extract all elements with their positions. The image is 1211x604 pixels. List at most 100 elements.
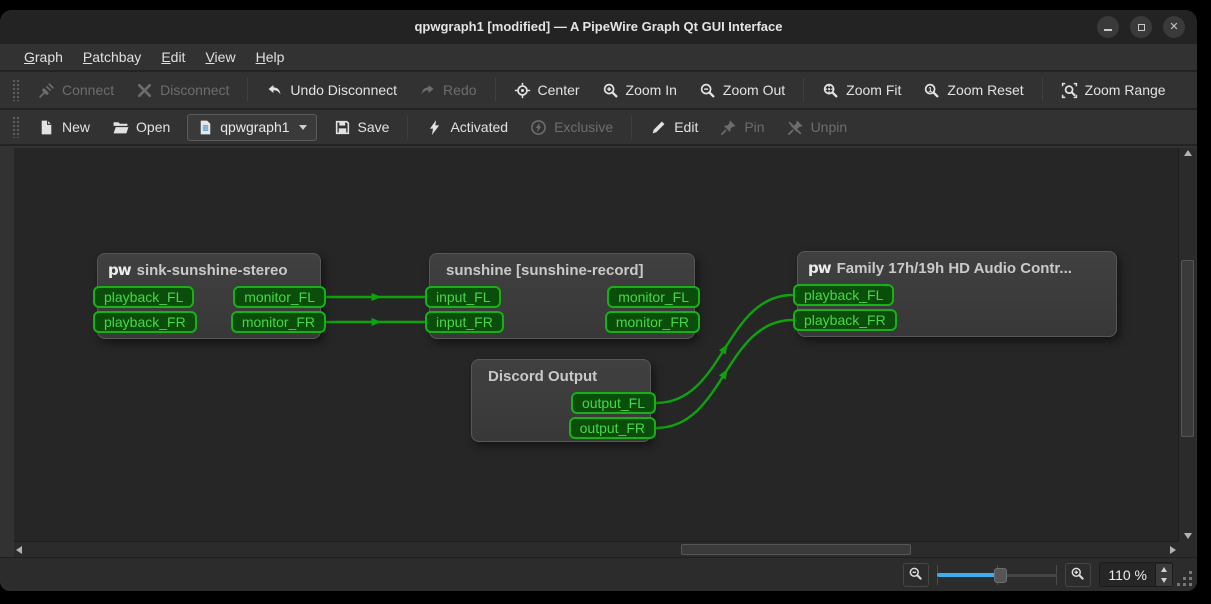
graph-scene[interactable]: pw sink-sunshine-stereo playback_FL monitor… <box>14 148 1178 541</box>
minimize-button[interactable] <box>1097 16 1119 38</box>
port-monitor-fr[interactable]: monitor_FR <box>230 311 326 333</box>
zoom-fit-button[interactable]: Zoom Fit <box>811 77 912 104</box>
zoom-reset-icon: 1 <box>923 82 940 99</box>
zoom-out-button[interactable]: Zoom Out <box>688 77 796 104</box>
port-playback-fl[interactable]: playback_FL <box>793 284 895 306</box>
port-row: playback_FR monitor_FR <box>93 311 326 333</box>
zoom-spin-up-button[interactable] <box>1156 563 1172 575</box>
edit-button[interactable]: Edit <box>639 114 709 141</box>
graph-node-sink-sunshine-stereo[interactable]: pw sink-sunshine-stereo playback_FLmonitor… <box>93 253 326 339</box>
toolbar-button-label: Disconnect <box>160 82 230 98</box>
node-title-bar[interactable]: pw sink-sunshine-stereo <box>98 254 320 286</box>
zoom-reset-button[interactable]: 1 Zoom Reset <box>912 77 1034 104</box>
spin-down-icon <box>1161 577 1167 583</box>
patchbay-file-name: qpwgraph1 <box>220 119 290 135</box>
menu-help[interactable]: Help <box>246 46 295 68</box>
port-input-fl[interactable]: input_FL <box>425 286 502 308</box>
center-button[interactable]: Center <box>503 77 591 104</box>
screenshot-stage: qpwgraph1 [modified] — A PipeWire Graph … <box>0 0 1211 604</box>
qpwgraph-window: qpwgraph1 [modified] — A PipeWire Graph … <box>0 10 1197 591</box>
activated-icon <box>426 119 443 136</box>
pipewire-icon: pw <box>808 258 832 277</box>
zoom-slider-fill <box>937 572 998 577</box>
patchbay-file-select[interactable]: qpwgraph1 <box>187 113 317 141</box>
new-icon <box>38 119 55 136</box>
window-title: qpwgraph1 [modified] — A PipeWire Graph … <box>414 19 783 34</box>
port-monitor-fl[interactable]: monitor_FL <box>607 286 700 308</box>
svg-text:1: 1 <box>929 86 933 93</box>
graph-node-family-17h-19h-hd-audio-contr[interactable]: pw Family 17h/19h HD Audio Contr... playba… <box>793 251 1117 337</box>
port-playback-fr[interactable]: playback_FR <box>93 311 197 333</box>
zoom-fit-icon <box>822 82 839 99</box>
port-monitor-fl[interactable]: monitor_FL <box>233 286 326 308</box>
horizontal-scroll-handle[interactable] <box>681 544 911 555</box>
menu-edit[interactable]: Edit <box>151 46 195 68</box>
horizontal-scrollbar[interactable] <box>14 541 1178 557</box>
toolbar-drag-handle[interactable] <box>12 79 19 101</box>
connection-arrow-icon <box>371 293 382 301</box>
node-title: Family 17h/19h HD Audio Contr... <box>836 259 1072 277</box>
port-row: playback_FL <box>793 284 1116 306</box>
statusbar-zoom-out-button[interactable] <box>903 562 930 587</box>
zoom-out-icon <box>699 82 716 99</box>
toolbar-button-label: Activated <box>450 119 509 135</box>
statusbar-zoom-in-button[interactable] <box>1065 562 1092 587</box>
port-row: playback_FL monitor_FL <box>93 286 326 308</box>
port-input-fr[interactable]: input_FR <box>425 311 504 333</box>
zoom-in-button[interactable]: Zoom In <box>591 77 688 104</box>
node-title-bar[interactable]: Discord Output <box>472 360 650 392</box>
pipewire-icon: pw <box>108 260 132 279</box>
save-button[interactable]: Save <box>323 114 401 141</box>
zoom-spinbox[interactable]: 110 % <box>1099 562 1173 587</box>
zoom-slider[interactable] <box>937 563 1058 587</box>
port-output-fr[interactable]: output_FR <box>568 417 656 439</box>
unpin-icon <box>787 119 804 136</box>
undo-disconnect-button[interactable]: Undo Disconnect <box>255 77 408 104</box>
graph-node-sunshine-sunshine-record[interactable]: sunshine [sunshine-record] input_FLmonito… <box>425 253 700 339</box>
port-row: output_FL <box>472 392 656 414</box>
open-button[interactable]: Open <box>101 114 181 141</box>
disconnect-icon <box>136 82 153 99</box>
vertical-scrollbar[interactable] <box>1178 148 1196 541</box>
zoom-range-icon <box>1061 82 1078 99</box>
toolbar-button-label: Zoom Fit <box>846 82 902 98</box>
activated-button[interactable]: Activated <box>415 114 519 141</box>
close-button[interactable]: ✕ <box>1163 16 1185 38</box>
node-title: Discord Output <box>488 367 598 385</box>
zoom-spin-down-button[interactable] <box>1156 574 1172 586</box>
node-title-bar[interactable]: sunshine [sunshine-record] <box>430 254 694 286</box>
scroll-up-arrow[interactable] <box>1179 150 1196 156</box>
port-output-fl[interactable]: output_FL <box>570 392 656 414</box>
main-toolbar: Connect Disconnect Undo Disconnect Redo Cent… <box>0 72 1197 110</box>
close-icon: ✕ <box>1169 20 1179 33</box>
port-monitor-fr[interactable]: monitor_FR <box>604 311 700 333</box>
vertical-scroll-handle[interactable] <box>1181 260 1194 437</box>
toolbar-drag-handle[interactable] <box>12 116 19 138</box>
connection-arrow-icon <box>371 318 382 326</box>
maximize-button[interactable] <box>1130 16 1152 38</box>
exclusive-icon <box>530 119 547 136</box>
port-playback-fl[interactable]: playback_FL <box>93 286 195 308</box>
graph-node-discord-output[interactable]: Discord Output output_FL output_FR <box>471 359 656 442</box>
menu-graph[interactable]: Graph <box>14 46 73 68</box>
zoom-range-button[interactable]: Zoom Range <box>1050 77 1177 104</box>
scroll-down-arrow[interactable] <box>1179 533 1196 539</box>
scroll-left-arrow[interactable] <box>16 542 22 557</box>
menu-patchbay[interactable]: Patchbay <box>73 46 151 68</box>
node-title-bar[interactable]: pw Family 17h/19h HD Audio Contr... <box>798 252 1116 284</box>
toolbar-button-label: Redo <box>443 82 477 98</box>
port-playback-fr[interactable]: playback_FR <box>793 309 897 331</box>
new-button[interactable]: New <box>27 114 101 141</box>
toolbar-button-label: Center <box>537 82 580 98</box>
menubar: Graph Patchbay Edit View Help <box>0 44 1197 72</box>
titlebar[interactable]: qpwgraph1 [modified] — A PipeWire Graph … <box>0 10 1197 44</box>
resize-grip[interactable] <box>1177 571 1193 587</box>
toolbar-button-label: Zoom Reset <box>947 82 1024 98</box>
toolbar-separator <box>631 115 633 139</box>
menu-view[interactable]: View <box>195 46 245 68</box>
zoom-slider-handle[interactable] <box>994 567 1008 583</box>
scroll-right-arrow[interactable] <box>1170 542 1176 557</box>
center-icon <box>514 82 531 99</box>
edit-icon <box>650 119 667 136</box>
zoom-value[interactable]: 110 % <box>1100 567 1155 583</box>
